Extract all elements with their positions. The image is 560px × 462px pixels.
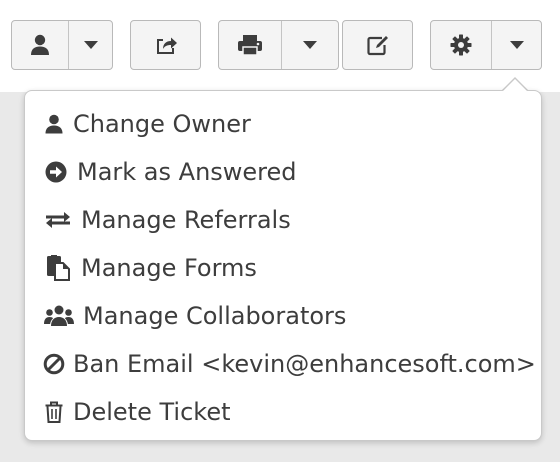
- menu-item-label: Mark as Answered: [77, 158, 297, 186]
- menu-item-mark-answered[interactable]: Mark as Answered: [43, 152, 531, 192]
- print-icon: [219, 21, 281, 69]
- ban-icon: [43, 353, 65, 375]
- arrow-circle-right-icon: [43, 161, 69, 183]
- settings-button[interactable]: [430, 20, 542, 70]
- menu-caret-fill: [503, 79, 527, 91]
- chevron-down-icon[interactable]: [68, 21, 112, 69]
- menu-item-label: Delete Ticket: [73, 398, 231, 426]
- chevron-down-icon[interactable]: [281, 21, 338, 69]
- edit-icon: [343, 21, 412, 69]
- gear-icon: [431, 21, 491, 69]
- menu-item-manage-referrals[interactable]: Manage Referrals: [43, 200, 531, 240]
- menu-item-label: Manage Collaborators: [83, 302, 347, 330]
- edit-button[interactable]: [342, 20, 413, 70]
- menu-item-manage-collaborators[interactable]: Manage Collaborators: [43, 296, 531, 336]
- menu-item-change-owner[interactable]: Change Owner: [43, 104, 531, 144]
- print-button[interactable]: [218, 20, 339, 70]
- menu-item-ban-email[interactable]: Ban Email <kevin@enhancesoft.com>: [43, 344, 536, 384]
- exchange-icon: [43, 210, 73, 230]
- paste-icon: [43, 255, 73, 281]
- menu-item-label: Manage Referrals: [81, 206, 291, 234]
- menu-item-manage-forms[interactable]: Manage Forms: [43, 248, 531, 288]
- menu-item-delete-ticket[interactable]: Delete Ticket: [43, 392, 531, 432]
- user-icon: [12, 21, 68, 69]
- menu-item-label: Change Owner: [73, 110, 251, 138]
- menu-item-label: Ban Email <kevin@enhancesoft.com>: [73, 350, 536, 378]
- trash-icon: [43, 401, 65, 423]
- menu-item-label: Manage Forms: [81, 254, 257, 282]
- chevron-down-icon[interactable]: [491, 21, 541, 69]
- settings-dropdown-menu: Change Owner Mark as Answered Manage Ref…: [24, 90, 542, 441]
- group-icon: [43, 305, 75, 327]
- user-icon: [43, 114, 65, 134]
- user-assign-button[interactable]: [11, 20, 113, 70]
- share-icon: [131, 21, 200, 69]
- share-button[interactable]: [130, 20, 201, 70]
